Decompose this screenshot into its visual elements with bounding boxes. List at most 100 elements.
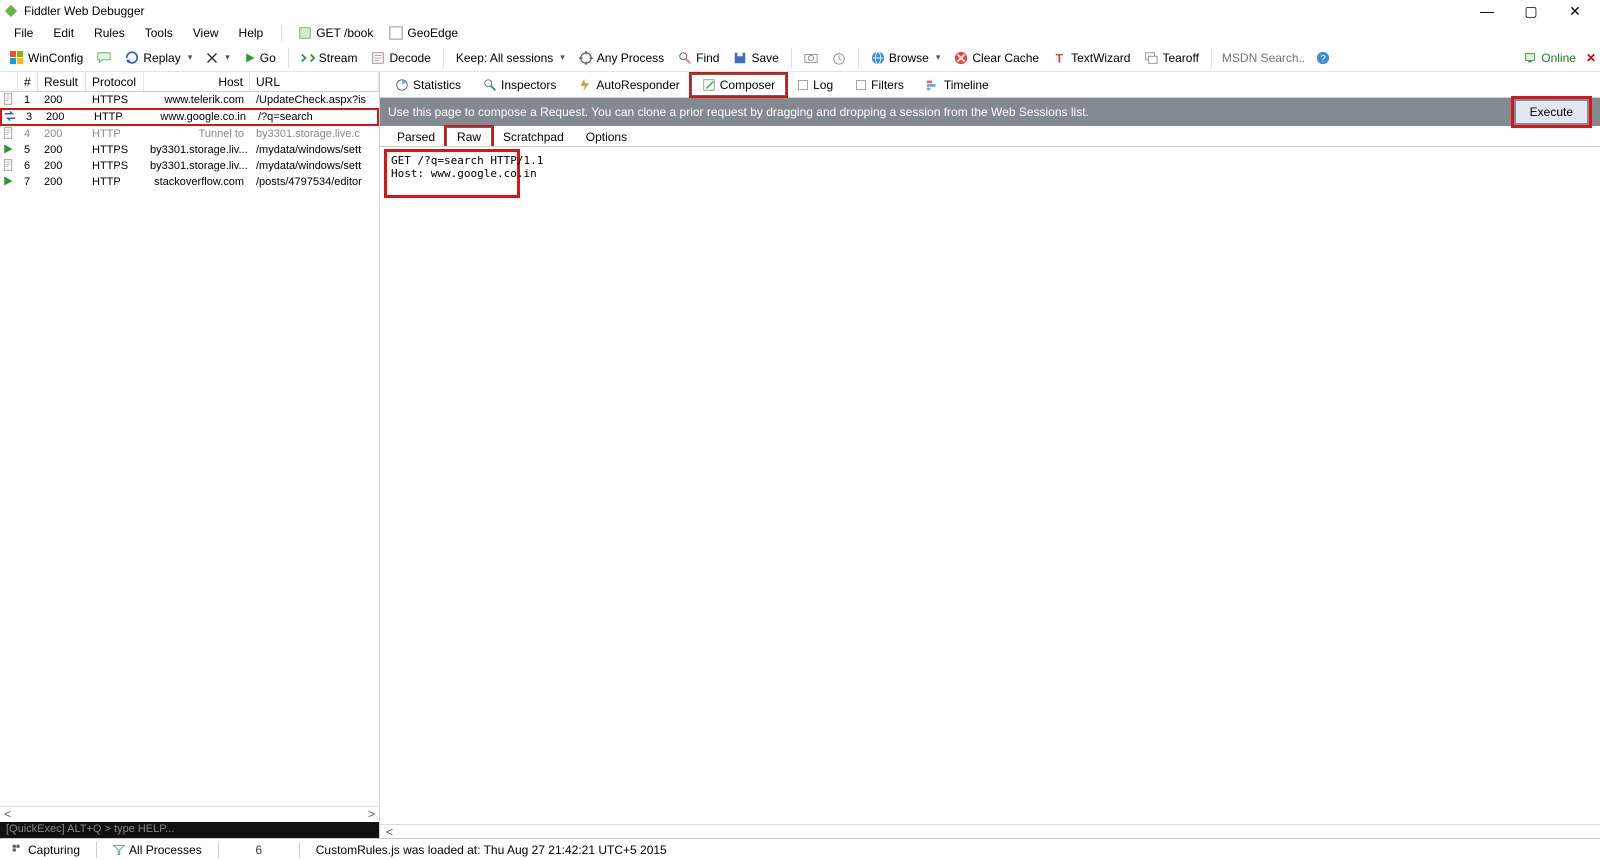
col-protocol[interactable]: Protocol — [86, 72, 144, 91]
camera-button[interactable] — [798, 49, 824, 67]
row-icon — [0, 127, 18, 142]
svg-text:T: T — [1056, 51, 1064, 65]
anyprocess-button[interactable]: Any Process — [573, 49, 670, 67]
session-row[interactable]: 6200HTTPSby3301.storage.liv.../mydata/wi… — [0, 158, 379, 174]
window-title: Fiddler Web Debugger — [24, 4, 1472, 18]
save-button[interactable]: Save — [727, 49, 784, 67]
close-toolbar-button[interactable]: ✕ — [1586, 51, 1596, 65]
infobar-text: Use this page to compose a Request. You … — [388, 105, 1511, 119]
row-icon — [0, 175, 18, 190]
tab-autoresponder[interactable]: AutoResponder — [567, 74, 690, 96]
bolt-icon — [578, 78, 592, 92]
timer-button[interactable] — [826, 49, 852, 67]
subtab-raw[interactable]: Raw — [446, 127, 492, 147]
tearoff-button[interactable]: Tearoff — [1138, 49, 1204, 67]
decode-button[interactable]: Decode — [365, 49, 436, 67]
status-allprocesses[interactable]: All Processes — [107, 843, 208, 857]
right-panel: Statistics Inspectors AutoResponder Comp… — [380, 72, 1600, 838]
online-indicator[interactable]: Online — [1523, 51, 1576, 65]
raw-editor-area[interactable]: GET /?q=search HTTP/1.1 Host: www.google… — [380, 146, 1600, 824]
col-url[interactable]: URL — [250, 72, 379, 91]
browse-button[interactable]: Browse — [865, 49, 947, 67]
session-row[interactable]: 3200HTTPwww.google.co.in/?q=search — [0, 108, 379, 126]
subtab-scratchpad[interactable]: Scratchpad — [492, 127, 575, 146]
tearoff-icon — [1144, 51, 1158, 65]
minimize-button[interactable]: — — [1472, 3, 1502, 20]
sessions-hscroll[interactable]: <> — [0, 806, 379, 822]
msdn-search-input[interactable] — [1218, 49, 1308, 67]
menu-view[interactable]: View — [185, 24, 227, 42]
menu-rules[interactable]: Rules — [86, 24, 133, 42]
row-url: by3301.storage.live.c — [250, 128, 379, 140]
status-rules: CustomRules.js was loaded at: Thu Aug 27… — [310, 843, 673, 857]
session-row[interactable]: 7200HTTPstackoverflow.com/posts/4797534/… — [0, 174, 379, 190]
subtab-parsed[interactable]: Parsed — [386, 127, 446, 146]
menu-file[interactable]: File — [6, 24, 41, 42]
row-url: /?q=search — [252, 111, 377, 123]
comment-button[interactable] — [91, 49, 117, 67]
keep-button[interactable]: Keep: All sessions — [450, 49, 571, 67]
menubar: File Edit Rules Tools View Help GET /boo… — [0, 22, 1600, 44]
tab-filters[interactable]: Filters — [844, 74, 915, 96]
session-row[interactable]: 1200HTTPSwww.telerik.com/UpdateCheck.asp… — [0, 92, 379, 108]
sessions-list[interactable]: 1200HTTPSwww.telerik.com/UpdateCheck.asp… — [0, 92, 379, 806]
menu-geoedge[interactable]: GeoEdge — [383, 24, 464, 42]
maximize-button[interactable]: ▢ — [1516, 3, 1546, 20]
menu-tools[interactable]: Tools — [137, 24, 181, 42]
sessions-header[interactable]: # Result Protocol Host URL — [0, 72, 379, 92]
ie-icon — [871, 51, 885, 65]
save-icon — [733, 51, 747, 65]
remove-button[interactable] — [200, 50, 236, 66]
winconfig-button[interactable]: WinConfig — [4, 49, 89, 67]
tab-inspectors[interactable]: Inspectors — [472, 74, 567, 96]
raw-request-text[interactable]: GET /?q=search HTTP/1.1 Host: www.google… — [384, 149, 520, 198]
menu-edit[interactable]: Edit — [45, 24, 82, 42]
fiddler-icon — [4, 4, 18, 18]
composer-infobar: Use this page to compose a Request. You … — [380, 98, 1600, 126]
row-url: /posts/4797534/editor — [250, 176, 379, 188]
tab-composer[interactable]: Composer — [691, 74, 786, 96]
clearcache-button[interactable]: Clear Cache — [948, 49, 1045, 67]
row-protocol: HTTPS — [86, 144, 144, 156]
subtab-options[interactable]: Options — [575, 127, 638, 146]
row-protocol: HTTP — [86, 128, 144, 140]
row-id: 5 — [18, 144, 38, 156]
row-url: /UpdateCheck.aspx?is — [250, 94, 379, 106]
tab-statistics[interactable]: Statistics — [384, 74, 472, 96]
menu-help[interactable]: Help — [231, 24, 272, 42]
session-row[interactable]: 5200HTTPSby3301.storage.liv.../mydata/wi… — [0, 142, 379, 158]
close-button[interactable]: ✕ — [1560, 3, 1590, 20]
execute-button[interactable]: Execute — [1515, 100, 1588, 124]
session-row[interactable]: 4200HTTPTunnel toby3301.storage.live.c — [0, 126, 379, 142]
decode-icon — [371, 51, 385, 65]
status-capturing[interactable]: Capturing — [6, 843, 86, 857]
row-result: 200 — [38, 128, 86, 140]
row-icon — [2, 110, 20, 125]
right-hscroll[interactable]: < — [380, 824, 1600, 838]
help-button[interactable]: ? — [1310, 49, 1336, 67]
row-host: by3301.storage.liv... — [144, 144, 250, 156]
find-button[interactable]: Find — [672, 49, 725, 67]
online-icon — [1523, 51, 1537, 65]
row-host: Tunnel to — [144, 128, 250, 140]
col-id[interactable]: # — [18, 72, 38, 91]
tab-timeline[interactable]: Timeline — [915, 74, 1000, 96]
main-area: # Result Protocol Host URL 1200HTTPSwww.… — [0, 72, 1600, 838]
row-result: 200 — [38, 144, 86, 156]
menu-getbook[interactable]: GET /book — [292, 24, 379, 42]
replay-icon — [125, 51, 139, 65]
row-host: stackoverflow.com — [144, 176, 250, 188]
col-result[interactable]: Result — [38, 72, 86, 91]
go-button[interactable]: Go — [238, 49, 282, 67]
textwizard-button[interactable]: T TextWizard — [1047, 49, 1136, 67]
row-result: 200 — [38, 176, 86, 188]
quickexec-bar[interactable]: [QuickExec] ALT+Q > type HELP... — [0, 822, 379, 838]
row-url: /mydata/windows/sett — [250, 160, 379, 172]
windows-icon — [10, 51, 24, 65]
replay-button[interactable]: Replay — [119, 49, 198, 67]
row-result: 200 — [38, 94, 86, 106]
col-host[interactable]: Host — [144, 72, 250, 91]
tab-log[interactable]: Log — [786, 74, 844, 96]
stream-button[interactable]: Stream — [295, 49, 364, 67]
compose-icon — [702, 78, 716, 92]
